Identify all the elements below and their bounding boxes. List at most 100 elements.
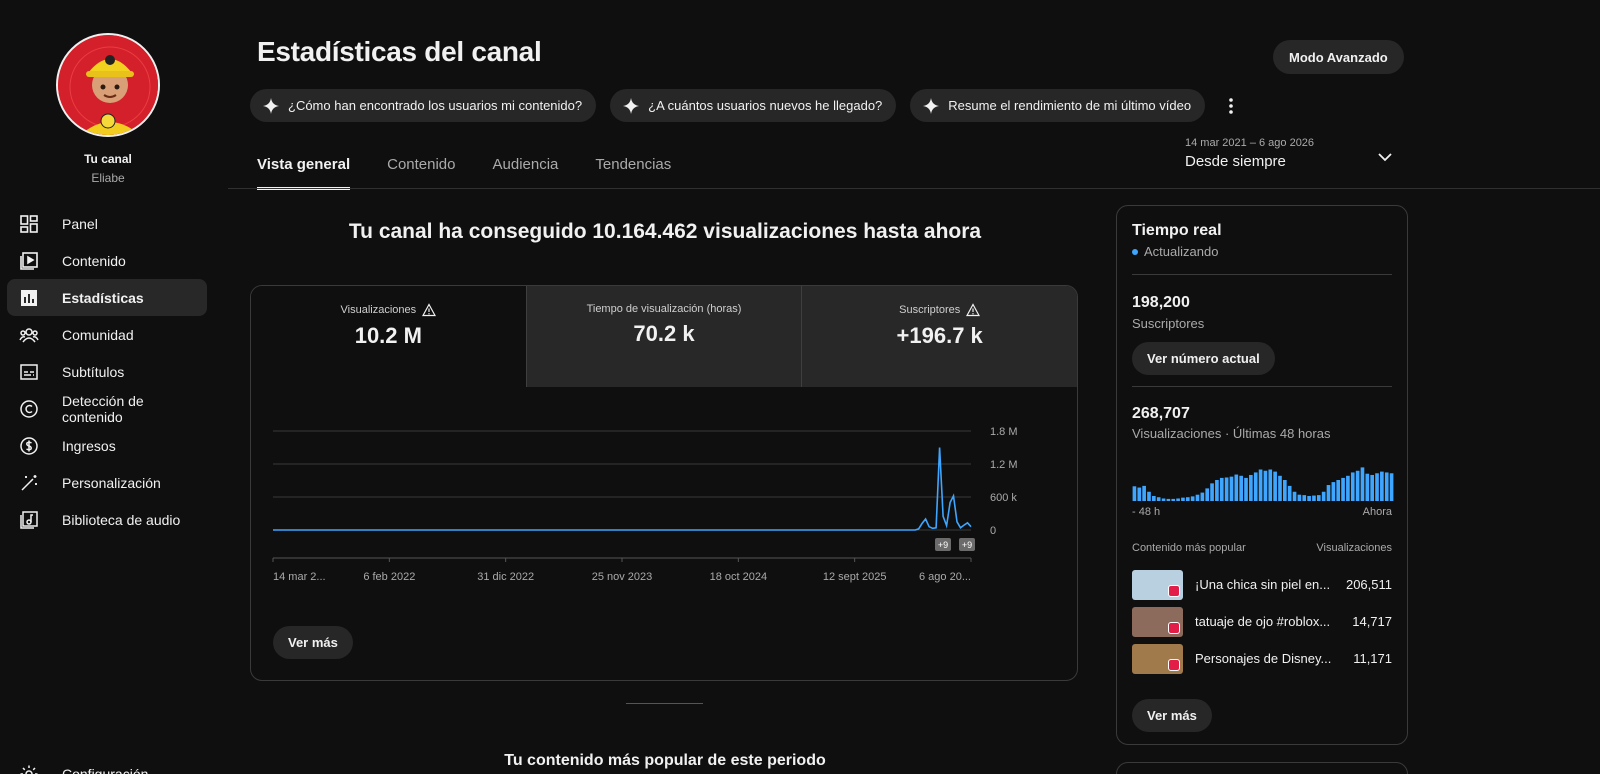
realtime-bar: [1152, 495, 1156, 501]
tab-trends[interactable]: Tendencias: [595, 156, 671, 187]
views-series-line: [273, 447, 972, 531]
analytics-tabs: Vista general Contenido Audiencia Tenden…: [257, 156, 708, 190]
sidebar-item-audio-library[interactable]: Biblioteca de audio: [7, 501, 207, 538]
sidebar-item-label: Ingresos: [62, 437, 116, 454]
sidebar-item-content-detection[interactable]: Detección de contenido: [7, 390, 207, 427]
y-tick-label: 1.8 M: [990, 426, 1018, 438]
realtime-bar: [1273, 471, 1277, 501]
sidebar-item-label: Subtítulos: [62, 363, 125, 380]
realtime-bar: [1316, 495, 1321, 501]
realtime-bar: [1278, 475, 1282, 501]
sidebar-item-customization[interactable]: Personalización: [7, 464, 207, 501]
realtime-bar: [1244, 477, 1248, 501]
y-tick-label: 600 k: [990, 492, 1017, 504]
advanced-mode-button[interactable]: Modo Avanzado: [1273, 40, 1404, 74]
realtime-bar: [1229, 476, 1234, 501]
realtime-bar: [1326, 485, 1331, 501]
secondary-card: [1116, 762, 1408, 774]
realtime-views-label: Visualizaciones · Últimas 48 horas: [1132, 426, 1331, 441]
metric-watch-time[interactable]: Tiempo de visualización (horas) 70.2 k: [525, 286, 802, 387]
realtime-bar: [1166, 498, 1171, 501]
dollar-icon: [19, 436, 39, 456]
realtime-bar: [1302, 495, 1307, 501]
tab-audience[interactable]: Audiencia: [493, 156, 559, 187]
sidebar-item-panel[interactable]: Panel: [7, 205, 207, 242]
copyright-icon: [19, 399, 39, 419]
divider: [1132, 274, 1392, 275]
tab-content[interactable]: Contenido: [387, 156, 455, 187]
shorts-icon: [1168, 658, 1180, 671]
realtime-bar: [1176, 498, 1180, 501]
realtime-bar: [1283, 480, 1287, 501]
views-headline: Tu canal ha conseguido 10.164.462 visual…: [348, 220, 982, 243]
section-divider: [626, 703, 703, 704]
realtime-status: Actualizando: [1132, 244, 1392, 259]
chip-label: ¿A cuántos usuarios nuevos he llegado?: [648, 98, 883, 113]
realtime-bar: [1380, 471, 1384, 501]
sidebar-item-label: Estadísticas: [62, 289, 144, 306]
top-content-header: Contenido más popular Visualizaciones: [1132, 542, 1392, 554]
realtime-bar: [1292, 491, 1297, 501]
realtime-bar: [1360, 467, 1365, 501]
metric-value: 70.2 k: [633, 321, 695, 346]
sidebar-item-settings[interactable]: Configuración: [19, 755, 148, 774]
top-content-row[interactable]: ¡Una chica sin piel en... 206,511: [1132, 569, 1392, 600]
warning-icon[interactable]: [422, 303, 437, 317]
sidebar-item-label: Panel: [62, 215, 98, 232]
realtime-bar: [1185, 497, 1190, 501]
realtime-bar: [1224, 477, 1229, 501]
magic-wand-icon: [19, 473, 39, 493]
subtitles-icon: [19, 362, 39, 382]
top-content-row[interactable]: tatuaje de ojo #roblox... 14,717: [1132, 606, 1392, 637]
sidebar-item-community[interactable]: Comunidad: [7, 316, 207, 353]
suggestion-chip[interactable]: ¿A cuántos usuarios nuevos he llegado?: [610, 89, 897, 122]
video-views: 14,717: [1352, 614, 1392, 629]
analytics-icon: [19, 288, 39, 308]
suggestion-chip[interactable]: ¿Cómo han encontrado los usuarios mi con…: [250, 89, 597, 122]
sidebar-item-subtitles[interactable]: Subtítulos: [7, 353, 207, 390]
chevron-down-icon[interactable]: [1376, 148, 1394, 166]
realtime-bar: [1331, 482, 1336, 501]
metric-label: Visualizaciones: [340, 304, 417, 316]
sidebar-item-earn[interactable]: Ingresos: [7, 427, 207, 464]
channel-title: Tu canal: [84, 152, 132, 166]
x-tick-label: 14 mar 2...: [273, 571, 326, 583]
realtime-bar: [1137, 487, 1142, 501]
realtime-bar: [1190, 496, 1195, 501]
realtime-bar: [1365, 473, 1370, 501]
col-views-label: Visualizaciones: [1316, 542, 1392, 554]
sidebar-item-analytics[interactable]: Estadísticas: [7, 279, 207, 316]
views-line-chart: 1.8 M 1.2 M 600 k 0 14 mar 2... 6 feb 2022 31 …: [272, 426, 1018, 583]
realtime-bar: [1263, 470, 1268, 501]
realtime-bar: [1355, 470, 1360, 501]
channel-avatar[interactable]: [56, 33, 160, 137]
sidebar-item-label: Personalización: [62, 474, 161, 491]
video-views: 11,171: [1353, 651, 1392, 666]
suggestion-chip[interactable]: Resume el rendimiento de mi último vídeo: [910, 89, 1206, 122]
more-options-icon[interactable]: [1221, 96, 1241, 116]
see-current-count-button[interactable]: Ver número actual: [1132, 342, 1275, 375]
realtime-subscribers-value: 198,200: [1132, 294, 1190, 311]
tab-overview[interactable]: Vista general: [257, 156, 351, 190]
audio-library-icon: [19, 510, 39, 530]
metric-subscribers[interactable]: Suscriptores +196.7 k: [801, 286, 1077, 387]
sidebar-nav: Panel Contenido Estadísticas Comunidad S…: [7, 205, 207, 538]
realtime-bar: [1384, 472, 1389, 501]
x-tick-label: 12 sept 2025: [823, 571, 887, 583]
live-dot-icon: [1132, 248, 1138, 255]
see-more-button[interactable]: Ver más: [1132, 699, 1212, 732]
sidebar-item-content[interactable]: Contenido: [7, 242, 207, 279]
video-thumbnail: [1132, 606, 1183, 637]
top-content-row[interactable]: Personajes de Disney... 11,171: [1132, 643, 1392, 674]
date-range-selector[interactable]: 14 mar 2021 – 6 ago 2026 Desde siempre: [1185, 137, 1314, 170]
axis-end-label: Ahora: [1362, 506, 1392, 518]
date-range-label: Desde siempre: [1185, 153, 1286, 170]
realtime-bar: [1389, 473, 1394, 501]
warning-icon[interactable]: [966, 303, 981, 317]
realtime-bar: [1297, 494, 1302, 501]
realtime-title: Tiempo real: [1132, 222, 1222, 239]
see-more-button[interactable]: Ver más: [273, 626, 353, 659]
realtime-bar: [1253, 472, 1258, 501]
metric-label: Tiempo de visualización (horas): [586, 303, 742, 315]
metric-views[interactable]: Visualizaciones 10.2 M: [251, 286, 526, 387]
